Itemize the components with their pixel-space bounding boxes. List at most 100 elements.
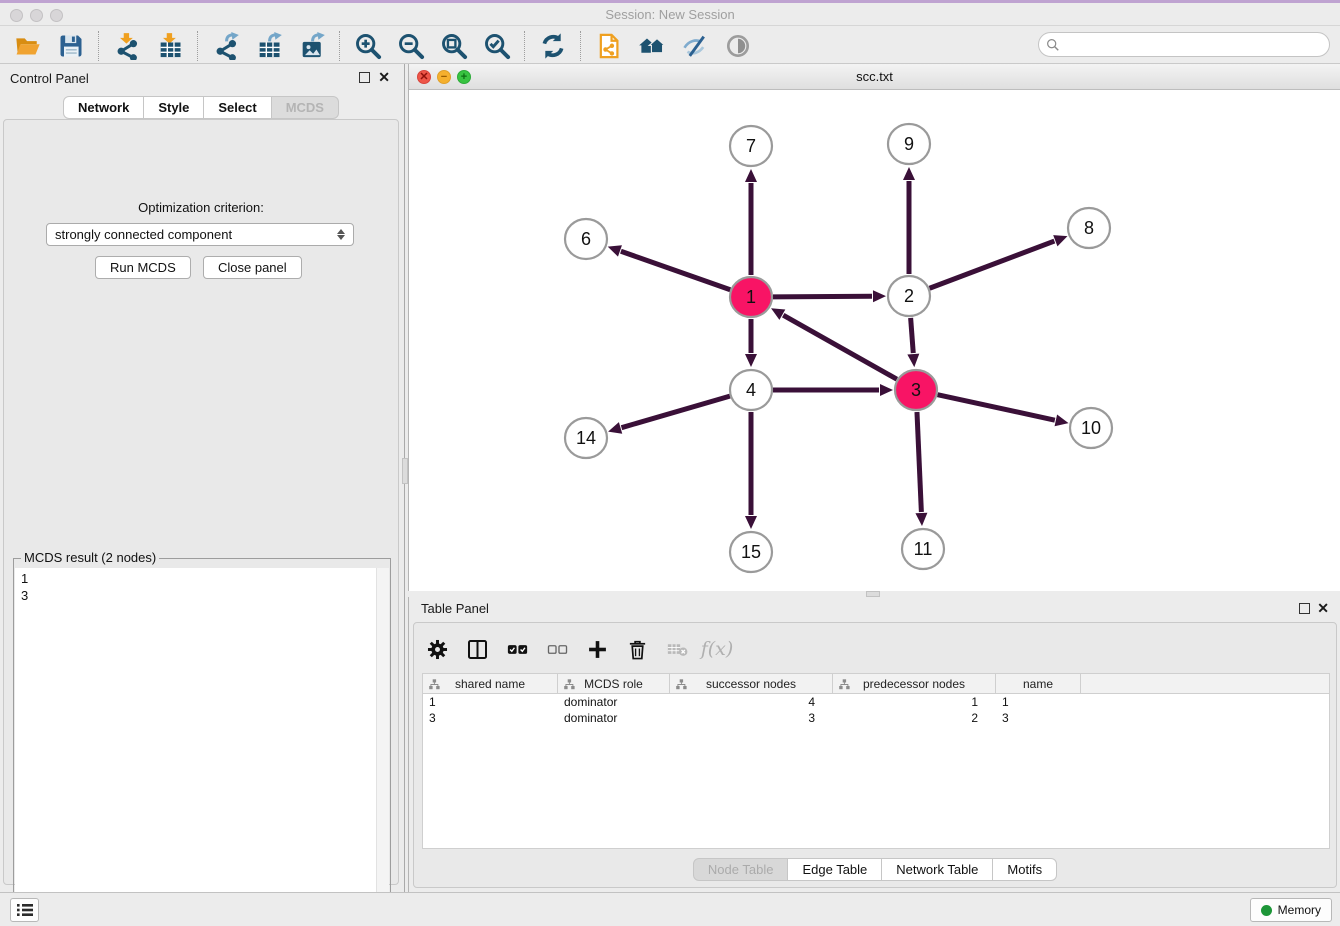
graph-node-8[interactable]: 8 — [1068, 208, 1110, 248]
delete-icon[interactable] — [624, 636, 650, 662]
close-table-panel-icon[interactable]: ✕ — [1317, 600, 1329, 617]
column-header-successor-nodes[interactable]: successor nodes — [670, 674, 833, 693]
export-network-icon[interactable] — [204, 30, 247, 62]
edge-3-1[interactable] — [771, 308, 897, 379]
graph-node-7[interactable]: 7 — [730, 126, 772, 166]
table-row[interactable]: 3dominator323 — [423, 710, 1329, 726]
graph-node-14[interactable]: 14 — [565, 418, 607, 458]
tab-motifs[interactable]: Motifs — [993, 858, 1057, 881]
network-graph: 7 9 6 8 1 2 4 3 14 10 15 11 — [409, 90, 1340, 591]
run-mcds-button[interactable]: Run MCDS — [95, 256, 191, 279]
deselect-all-icon[interactable] — [544, 636, 570, 662]
zoom-fit-icon[interactable] — [432, 30, 475, 62]
column-header-name[interactable]: name — [996, 674, 1081, 693]
column-header-predecessor-nodes[interactable]: predecessor nodes — [833, 674, 996, 693]
table-cell[interactable]: dominator — [558, 694, 670, 710]
function-icon: f(x) — [704, 636, 730, 662]
edge-2-3[interactable] — [907, 318, 919, 367]
show-graphics-details-icon[interactable] — [716, 30, 759, 62]
mcds-panel-body: Optimization criterion: strongly connect… — [3, 119, 399, 885]
graph-node-15[interactable]: 15 — [730, 532, 772, 572]
edge-3-10[interactable] — [937, 395, 1068, 427]
graph-node-10[interactable]: 10 — [1070, 408, 1112, 448]
table-cell[interactable]: 1 — [423, 694, 558, 710]
tab-select[interactable]: Select — [204, 96, 271, 119]
table-cell[interactable]: dominator — [558, 710, 670, 726]
zoom-selected-icon[interactable] — [475, 30, 518, 62]
task-history-button[interactable] — [10, 898, 39, 922]
float-table-panel-icon[interactable] — [1299, 603, 1310, 614]
toolbar-group — [531, 30, 574, 62]
search-field[interactable] — [1038, 32, 1330, 57]
tab-node-table[interactable]: Node Table — [693, 858, 789, 881]
open-network-document-icon[interactable] — [587, 30, 630, 62]
toolbar-group — [346, 30, 518, 62]
zoom-out-icon[interactable] — [389, 30, 432, 62]
column-header-shared-name[interactable]: shared name — [423, 674, 558, 693]
edge-3-11[interactable] — [915, 412, 927, 526]
column-label: MCDS role — [584, 677, 643, 691]
graph-node-2[interactable]: 2 — [888, 276, 930, 316]
network-window-titlebar[interactable]: ✕ − + scc.txt — [409, 64, 1340, 90]
float-panel-icon[interactable] — [359, 72, 370, 83]
tab-network-table[interactable]: Network Table — [882, 858, 993, 881]
graph-node-6[interactable]: 6 — [565, 219, 607, 259]
refresh-icon[interactable] — [531, 30, 574, 62]
edge-1-6[interactable] — [608, 245, 731, 289]
hide-graphics-details-icon[interactable] — [673, 30, 716, 62]
graph-node-11[interactable]: 11 — [902, 529, 944, 569]
gear-icon[interactable] — [424, 636, 450, 662]
edge-2-9[interactable] — [903, 167, 915, 274]
result-scrollbar[interactable] — [376, 568, 389, 926]
network-canvas[interactable]: 7 9 6 8 1 2 4 3 14 10 15 11 — [409, 90, 1340, 591]
edge-4-15[interactable] — [745, 412, 757, 529]
mcds-result-box[interactable]: 13 — [15, 568, 389, 926]
graph-node-1[interactable]: 1 — [730, 277, 772, 317]
node-label: 10 — [1081, 418, 1101, 438]
memory-button[interactable]: Memory — [1250, 898, 1332, 922]
export-image-icon[interactable] — [290, 30, 333, 62]
control-panel: Control Panel ✕ NetworkStyleSelectMCDS O… — [0, 64, 402, 892]
tab-mcds[interactable]: MCDS — [272, 96, 339, 119]
table-cell[interactable]: 3 — [423, 710, 558, 726]
table-cell[interactable]: 1 — [833, 694, 996, 710]
table-cell[interactable]: 3 — [670, 710, 833, 726]
tab-edge-table[interactable]: Edge Table — [788, 858, 882, 881]
graph-node-3[interactable]: 3 — [895, 370, 937, 410]
graph-node-9[interactable]: 9 — [888, 124, 930, 164]
table-cell[interactable]: 1 — [996, 694, 1081, 710]
toolbar-group — [105, 30, 191, 62]
edge-1-2[interactable] — [773, 290, 886, 302]
save-session-icon[interactable] — [49, 30, 92, 62]
table-row[interactable]: 1dominator411 — [423, 694, 1329, 710]
import-network-icon[interactable] — [105, 30, 148, 62]
node-table: shared name MCDS role successor nodesprede… — [422, 673, 1330, 849]
close-panel-button[interactable]: Close panel — [203, 256, 302, 279]
column-header-MCDS-role[interactable]: MCDS role — [558, 674, 670, 693]
list-icon — [16, 902, 34, 918]
edge-4-3[interactable] — [773, 384, 893, 396]
edge-1-7[interactable] — [745, 169, 757, 275]
toolbar-separator — [524, 31, 525, 61]
graph-node-4[interactable]: 4 — [730, 370, 772, 410]
tab-style[interactable]: Style — [144, 96, 204, 119]
edge-2-8[interactable] — [930, 235, 1068, 288]
dropdown-selected-value: strongly connected component — [55, 227, 337, 242]
export-table-icon[interactable] — [247, 30, 290, 62]
select-all-icon[interactable] — [504, 636, 530, 662]
import-table-icon[interactable] — [148, 30, 191, 62]
tab-network[interactable]: Network — [63, 96, 144, 119]
optimization-criterion-dropdown[interactable]: strongly connected component — [46, 223, 354, 246]
open-session-icon[interactable] — [6, 30, 49, 62]
edge-4-14[interactable] — [608, 396, 730, 434]
columns-icon[interactable] — [464, 636, 490, 662]
close-panel-icon[interactable]: ✕ — [378, 69, 390, 86]
table-cell[interactable]: 4 — [670, 694, 833, 710]
home-icon[interactable] — [630, 30, 673, 62]
table-cell[interactable]: 2 — [833, 710, 996, 726]
edge-1-4[interactable] — [745, 319, 757, 367]
zoom-in-icon[interactable] — [346, 30, 389, 62]
add-icon[interactable] — [584, 636, 610, 662]
search-input[interactable] — [1065, 35, 1329, 55]
table-cell[interactable]: 3 — [996, 710, 1081, 726]
